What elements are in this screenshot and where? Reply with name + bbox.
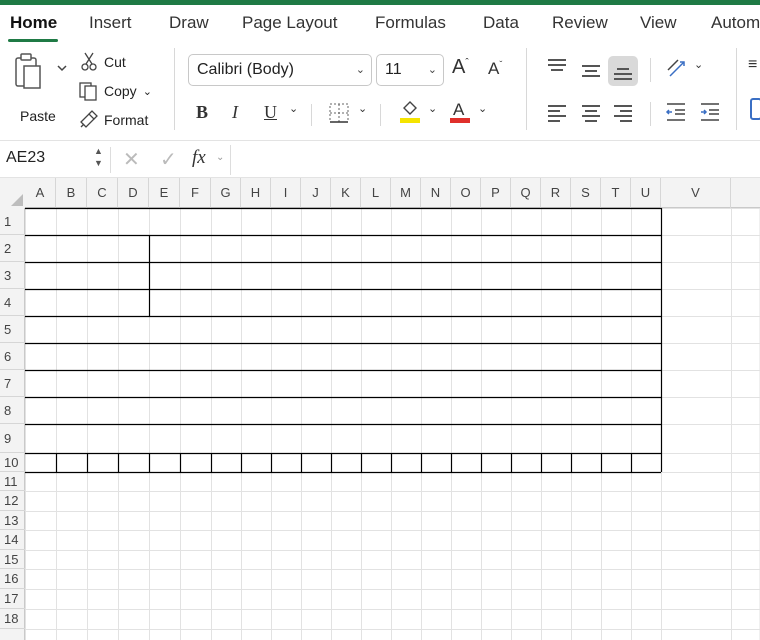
- font-size-value: 11: [385, 61, 402, 78]
- chevron-down-icon: ⌄: [427, 64, 437, 76]
- cut-label: Cut: [104, 54, 126, 70]
- tab-home[interactable]: Home: [10, 13, 57, 33]
- copy-button[interactable]: Copy ⌄: [78, 81, 152, 101]
- font-color-chevron-down-icon[interactable]: ⌄: [478, 102, 487, 115]
- home-ribbon: Paste Cut Copy ⌄ Format Calibri (Body) ⌄…: [0, 42, 760, 138]
- decrease-font-size-button[interactable]: Aˇ: [488, 59, 502, 79]
- align-center-button[interactable]: [576, 97, 606, 127]
- formula-input[interactable]: [230, 145, 760, 175]
- align-bottom-button[interactable]: [608, 56, 638, 86]
- ribbon-divider: [650, 102, 651, 126]
- orientation-button[interactable]: [664, 56, 688, 85]
- copy-label: Copy: [104, 83, 137, 99]
- formula-bar: AE23 ▲ ▼ ✕ ✓ fx ⌄: [0, 140, 760, 178]
- chevron-down-icon[interactable]: ⌄: [216, 152, 224, 163]
- svg-text:A: A: [453, 100, 465, 119]
- align-left-button[interactable]: [542, 97, 572, 127]
- tab-insert[interactable]: Insert: [89, 13, 132, 33]
- underline-chevron-down-icon[interactable]: ⌄: [289, 102, 298, 115]
- font-color-icon: A: [450, 100, 470, 123]
- align-right-button[interactable]: [608, 97, 638, 127]
- paste-icon: [15, 53, 67, 89]
- name-box[interactable]: AE23: [6, 149, 45, 167]
- scissors-icon: [81, 52, 97, 71]
- tab-formulas[interactable]: Formulas: [375, 13, 446, 33]
- borders-icon: [329, 103, 349, 123]
- ribbon-divider: [311, 104, 312, 126]
- fill-color-chevron-down-icon[interactable]: ⌄: [428, 102, 437, 115]
- align-middle-button[interactable]: [576, 56, 606, 86]
- cancel-icon[interactable]: ✕: [123, 147, 140, 172]
- borders-button[interactable]: [328, 102, 350, 129]
- text-orientation-icon: [667, 59, 685, 77]
- increase-indent-button[interactable]: [698, 100, 722, 129]
- worksheet-grid[interactable]: ABCDEFGHIJKLMNOPQRSTUV 1 2 3 4 5 6 7 8 9 10 11 12 13…: [0, 178, 760, 640]
- font-family-select[interactable]: Calibri (Body) ⌄: [188, 54, 372, 86]
- ribbon-tabs: Home Insert Draw Page Layout Formulas Da…: [0, 5, 760, 42]
- format-label: Format: [104, 112, 149, 128]
- tab-view[interactable]: View: [640, 13, 677, 33]
- font-color-button[interactable]: A: [448, 98, 472, 131]
- copy-chevron-down-icon[interactable]: ⌄: [143, 85, 152, 98]
- cell-borders: [25, 207, 663, 474]
- decrease-indent-button[interactable]: [664, 100, 688, 129]
- font-family-value: Calibri (Body): [197, 61, 294, 78]
- insert-function-button[interactable]: fx: [192, 147, 206, 169]
- increase-indent-icon: [701, 103, 719, 121]
- ribbon-divider: [526, 48, 527, 130]
- italic-button[interactable]: I: [232, 102, 238, 123]
- font-size-select[interactable]: 11 ⌄: [376, 54, 444, 86]
- wrap-text-icon[interactable]: ≡: [748, 56, 757, 74]
- tab-data[interactable]: Data: [483, 13, 519, 33]
- decrease-indent-icon: [665, 103, 685, 121]
- bold-button[interactable]: B: [196, 102, 208, 123]
- borders-chevron-down-icon[interactable]: ⌄: [358, 102, 367, 115]
- align-top-button[interactable]: [542, 52, 572, 82]
- formula-bar-divider: [110, 147, 111, 173]
- paste-label: Paste: [20, 108, 56, 124]
- paste-button[interactable]: Paste: [12, 52, 72, 128]
- fill-color-button[interactable]: [398, 98, 422, 131]
- paint-bucket-icon: [400, 101, 420, 123]
- tab-automate[interactable]: Autom: [711, 13, 760, 33]
- tab-review[interactable]: Review: [552, 13, 608, 33]
- format-painter-icon: [80, 110, 98, 128]
- tab-draw[interactable]: Draw: [169, 13, 209, 33]
- ribbon-divider: [380, 104, 381, 126]
- name-box-stepper-icon[interactable]: ▲ ▼: [94, 145, 103, 169]
- format-painter-button[interactable]: Format: [78, 110, 148, 130]
- increase-font-size-button[interactable]: Aˆ: [452, 56, 469, 79]
- ribbon-divider: [650, 58, 651, 82]
- tab-page-layout[interactable]: Page Layout: [242, 13, 337, 33]
- merge-cells-icon[interactable]: [750, 98, 760, 120]
- confirm-icon[interactable]: ✓: [160, 147, 177, 172]
- copy-icon: [79, 82, 97, 101]
- underline-button[interactable]: U: [264, 102, 277, 123]
- chevron-down-icon: ⌄: [355, 64, 365, 76]
- cut-button[interactable]: Cut: [80, 52, 126, 72]
- orientation-chevron-down-icon[interactable]: ⌄: [694, 58, 703, 71]
- ribbon-divider: [736, 48, 737, 130]
- ribbon-divider: [174, 48, 175, 130]
